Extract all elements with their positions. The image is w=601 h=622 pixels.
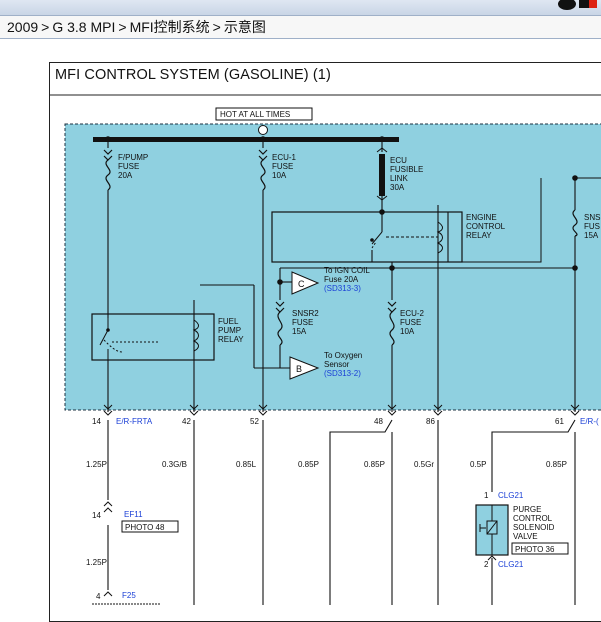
oxy-ref-link[interactable]: (SD313-2) bbox=[324, 369, 361, 378]
pin-86: 86 bbox=[426, 417, 435, 426]
wire-label-5: 0.85P bbox=[364, 460, 385, 469]
clg21-top-pin: 1 bbox=[484, 491, 489, 500]
snsr2-fuse-label-3: 15A bbox=[292, 327, 307, 336]
fpump-fuse-label-1: F/PUMP bbox=[118, 153, 148, 162]
f25-pin: 4 bbox=[96, 592, 101, 601]
sns-fuse-label-3: 15A bbox=[584, 231, 599, 240]
purge-label-2: CONTROL bbox=[513, 514, 553, 523]
engine-relay-label-2: CONTROL bbox=[466, 222, 506, 231]
ign-coil-label-1: To IGN COIL bbox=[324, 266, 370, 275]
snsr2-fuse-label-1: SNSR2 bbox=[292, 309, 319, 318]
wire-label-8: 0.85P bbox=[546, 460, 567, 469]
hot-at-all-times-label: HOT AT ALL TIMES bbox=[220, 110, 290, 119]
clg21-bot-pin: 2 bbox=[484, 560, 489, 569]
ecu1-fuse-label-2: FUSE bbox=[272, 162, 293, 171]
sns-fuse-label-2: FUS bbox=[584, 222, 600, 231]
ecu2-fuse-label-3: 10A bbox=[400, 327, 415, 336]
wire-label-4: 0.85P bbox=[298, 460, 319, 469]
pin-48: 48 bbox=[374, 417, 383, 426]
triangle-b-letter: B bbox=[296, 364, 302, 374]
connector-clg21-top[interactable]: CLG21 bbox=[498, 491, 524, 500]
fuel-relay-label-1: FUEL bbox=[218, 317, 239, 326]
ecu2-fuse-label-1: ECU-2 bbox=[400, 309, 425, 318]
purge-label-3: SOLENOID bbox=[513, 523, 555, 532]
fusible-link bbox=[379, 154, 385, 196]
ign-coil-ref-link[interactable]: (SD313-3) bbox=[324, 284, 361, 293]
pin-14: 14 bbox=[92, 417, 101, 426]
connector-clg21-bot[interactable]: CLG21 bbox=[498, 560, 524, 569]
wiring-diagram: HOT AT ALL TIMES ENGINE CONTROL RELAY FU… bbox=[49, 94, 601, 605]
wire-label-6: 0.5Gr bbox=[414, 460, 434, 469]
connector-er-right[interactable]: E/R-( bbox=[580, 417, 599, 426]
ecu1-fuse-label-3: 10A bbox=[272, 171, 287, 180]
ef11-pin: 14 bbox=[92, 511, 101, 520]
fuel-relay-label-3: RELAY bbox=[218, 335, 244, 344]
pin-52: 52 bbox=[250, 417, 259, 426]
fpump-fuse-label-3: 20A bbox=[118, 171, 133, 180]
oxy-label-1: To Oxygen bbox=[324, 351, 362, 360]
connector-erfrta[interactable]: E/R-FRTA bbox=[116, 417, 153, 426]
engine-relay-label-1: ENGINE bbox=[466, 213, 497, 222]
wire-label-7: 0.5P bbox=[470, 460, 486, 469]
fuel-relay-label-2: PUMP bbox=[218, 326, 241, 335]
triangle-c-letter: C bbox=[298, 279, 305, 289]
power-node bbox=[258, 125, 268, 135]
purge-label-1: PURGE bbox=[513, 505, 541, 514]
photo36-button[interactable]: PHOTO 36 bbox=[515, 545, 555, 554]
wire-label-1: 1.25P bbox=[86, 460, 107, 469]
pin-42: 42 bbox=[182, 417, 191, 426]
oxy-label-2: Sensor bbox=[324, 360, 350, 369]
wire-label-3: 0.85L bbox=[236, 460, 257, 469]
ecu-link-label-2: FUSIBLE bbox=[390, 165, 423, 174]
connector-f25[interactable]: F25 bbox=[122, 591, 136, 600]
ecu-link-label-4: 30A bbox=[390, 183, 405, 192]
ecu-link-label-1: ECU bbox=[390, 156, 407, 165]
snsr2-fuse-label-2: FUSE bbox=[292, 318, 313, 327]
sns-fuse-label-1: SNS bbox=[584, 213, 600, 222]
ecu1-fuse-label-1: ECU-1 bbox=[272, 153, 297, 162]
power-bus-bar bbox=[93, 137, 399, 142]
wire-label-2: 0.3G/B bbox=[162, 460, 187, 469]
connector-ef11[interactable]: EF11 bbox=[124, 510, 143, 519]
wire-label-low: 1.25P bbox=[86, 558, 107, 567]
ecu-link-label-3: LINK bbox=[390, 174, 408, 183]
engine-relay-label-3: RELAY bbox=[466, 231, 492, 240]
ign-coil-label-2: Fuse 20A bbox=[324, 275, 359, 284]
photo48-button[interactable]: PHOTO 48 bbox=[125, 523, 165, 532]
pin-61: 61 bbox=[555, 417, 564, 426]
ecu2-fuse-label-2: FUSE bbox=[400, 318, 421, 327]
fpump-fuse-label-2: FUSE bbox=[118, 162, 139, 171]
purge-label-4: VALVE bbox=[513, 532, 538, 541]
